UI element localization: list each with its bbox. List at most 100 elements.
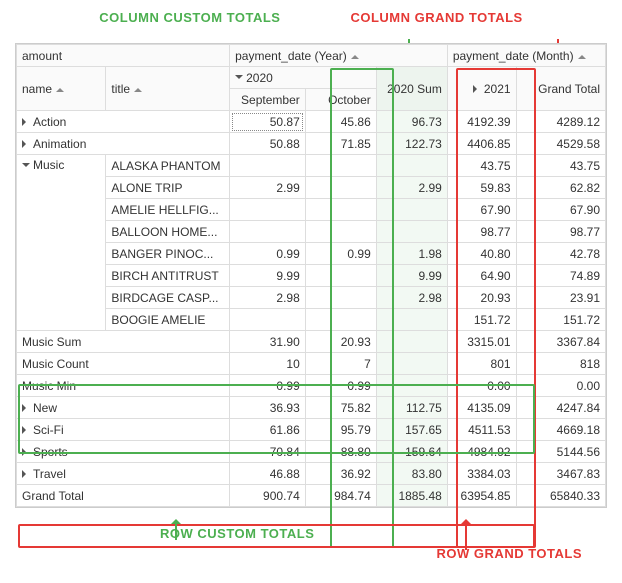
cell[interactable]: 62.82	[516, 177, 605, 199]
cell[interactable]: 122.73	[376, 133, 447, 155]
expand-icon[interactable]	[22, 448, 30, 456]
cell[interactable]: 1885.48	[376, 485, 447, 507]
cell[interactable]	[376, 375, 447, 397]
cell[interactable]	[305, 199, 376, 221]
custom-total-label[interactable]: Music Count	[17, 353, 230, 375]
cell[interactable]: 5144.56	[516, 441, 605, 463]
cell[interactable]: 4247.84	[516, 397, 605, 419]
cell[interactable]	[230, 199, 306, 221]
cell[interactable]: 50.87	[230, 111, 306, 133]
cell[interactable]: 4406.85	[447, 133, 516, 155]
row-header-music[interactable]: Music	[17, 155, 106, 331]
expand-icon[interactable]	[22, 118, 30, 126]
cell[interactable]	[305, 287, 376, 309]
cell-title[interactable]: BALLOON HOME...	[106, 221, 230, 243]
cell[interactable]: 2.99	[376, 177, 447, 199]
grand-total-col-header[interactable]: Grand Total	[516, 67, 605, 111]
cell[interactable]: 151.72	[516, 309, 605, 331]
cell-title[interactable]: BANGER PINOC...	[106, 243, 230, 265]
cell[interactable]: 3367.84	[516, 331, 605, 353]
cell[interactable]: 64.90	[447, 265, 516, 287]
cell[interactable]: 71.85	[305, 133, 376, 155]
cell[interactable]: 4529.58	[516, 133, 605, 155]
cell[interactable]: 9.99	[230, 265, 306, 287]
cell[interactable]: 984.74	[305, 485, 376, 507]
cell-title[interactable]: BIRDCAGE CASP...	[106, 287, 230, 309]
cell[interactable]	[305, 177, 376, 199]
cell[interactable]: 70.84	[230, 441, 306, 463]
year-2020-sum-header[interactable]: 2020 Sum	[376, 67, 447, 111]
cell[interactable]: 36.92	[305, 463, 376, 485]
cell[interactable]: 67.90	[516, 199, 605, 221]
cell[interactable]	[305, 309, 376, 331]
cell[interactable]: 9.99	[376, 265, 447, 287]
cell[interactable]	[376, 309, 447, 331]
expand-icon[interactable]	[22, 404, 30, 412]
year-2020-header[interactable]: 2020	[230, 67, 377, 89]
cell[interactable]: 43.75	[447, 155, 516, 177]
cell[interactable]: 4135.09	[447, 397, 516, 419]
cell[interactable]: 23.91	[516, 287, 605, 309]
year-2021-header[interactable]: 2021	[447, 67, 516, 111]
cell[interactable]: 3315.01	[447, 331, 516, 353]
cell-title[interactable]: BIRCH ANTITRUST	[106, 265, 230, 287]
cell[interactable]: 4511.53	[447, 419, 516, 441]
cell[interactable]: 10	[230, 353, 306, 375]
cell-title[interactable]: ALONE TRIP	[106, 177, 230, 199]
cell[interactable]	[376, 221, 447, 243]
month-sep-header[interactable]: September	[230, 89, 306, 111]
cell[interactable]: 42.78	[516, 243, 605, 265]
cell[interactable]: 61.86	[230, 419, 306, 441]
cell[interactable]	[305, 265, 376, 287]
cell-title[interactable]: BOOGIE AMELIE	[106, 309, 230, 331]
row-header-action[interactable]: Action	[17, 111, 230, 133]
cell[interactable]: 45.86	[305, 111, 376, 133]
cell[interactable]: 88.80	[305, 441, 376, 463]
row-header-animation[interactable]: Animation	[17, 133, 230, 155]
cell[interactable]: 4192.39	[447, 111, 516, 133]
row-header-new[interactable]: New	[17, 397, 230, 419]
cell[interactable]: 67.90	[447, 199, 516, 221]
cell[interactable]: 818	[516, 353, 605, 375]
cell[interactable]: 83.80	[376, 463, 447, 485]
col-field-month[interactable]: payment_date (Month)	[447, 45, 605, 67]
grand-total-row-label[interactable]: Grand Total	[17, 485, 230, 507]
cell[interactable]: 59.83	[447, 177, 516, 199]
cell[interactable]: 0.99	[305, 375, 376, 397]
cell[interactable]: 75.82	[305, 397, 376, 419]
cell[interactable]: 0.99	[305, 243, 376, 265]
cell[interactable]: 31.90	[230, 331, 306, 353]
cell[interactable]	[305, 221, 376, 243]
cell[interactable]: 0.99	[230, 375, 306, 397]
cell[interactable]: 74.89	[516, 265, 605, 287]
cell[interactable]: 157.65	[376, 419, 447, 441]
cell[interactable]	[305, 155, 376, 177]
cell-title[interactable]: AMELIE HELLFIG...	[106, 199, 230, 221]
expand-icon[interactable]	[22, 470, 30, 478]
cell[interactable]	[376, 331, 447, 353]
cell[interactable]: 20.93	[447, 287, 516, 309]
expand-icon[interactable]	[22, 426, 30, 434]
cell[interactable]: 46.88	[230, 463, 306, 485]
custom-total-label[interactable]: Music Sum	[17, 331, 230, 353]
cell[interactable]: 98.77	[516, 221, 605, 243]
cell[interactable]: 3384.03	[447, 463, 516, 485]
cell[interactable]: 1.98	[376, 243, 447, 265]
cell[interactable]: 50.88	[230, 133, 306, 155]
cell[interactable]: 65840.33	[516, 485, 605, 507]
col-field-year[interactable]: payment_date (Year)	[230, 45, 448, 67]
cell[interactable]: 2.98	[230, 287, 306, 309]
row-header-sports[interactable]: Sports	[17, 441, 230, 463]
cell[interactable]: 98.77	[447, 221, 516, 243]
row-header-scifi[interactable]: Sci-Fi	[17, 419, 230, 441]
measure-cell[interactable]: amount	[17, 45, 230, 67]
cell[interactable]: 4984.92	[447, 441, 516, 463]
cell[interactable]	[376, 199, 447, 221]
cell[interactable]: 801	[447, 353, 516, 375]
cell[interactable]: 36.93	[230, 397, 306, 419]
cell[interactable]: 3467.83	[516, 463, 605, 485]
cell[interactable]: 4669.18	[516, 419, 605, 441]
cell[interactable]	[376, 155, 447, 177]
cell[interactable]	[376, 353, 447, 375]
collapse-icon[interactable]	[235, 75, 243, 83]
